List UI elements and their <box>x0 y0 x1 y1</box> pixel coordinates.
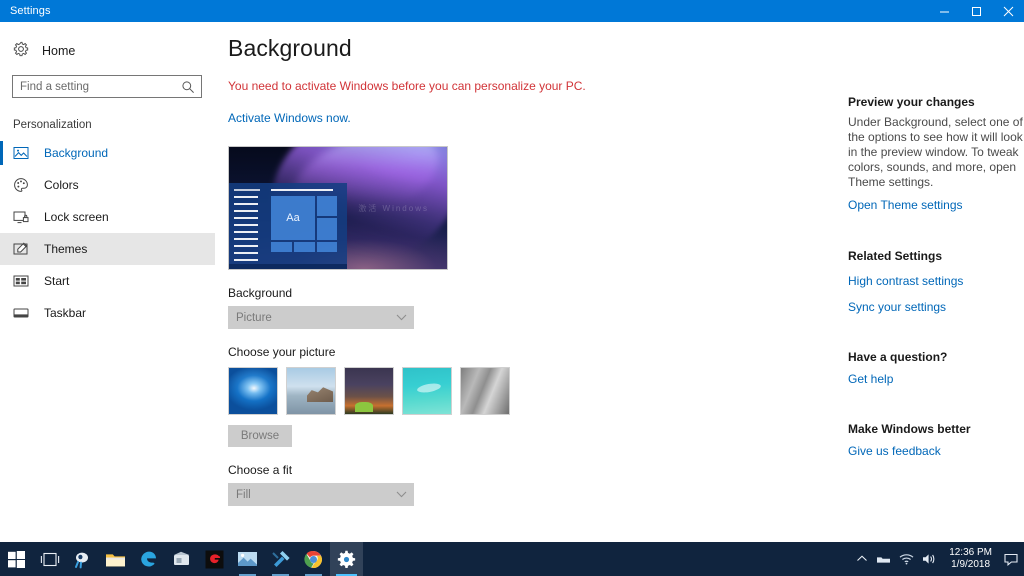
sync-your-settings-link[interactable]: Sync your settings <box>848 300 1024 314</box>
cloud-icon[interactable] <box>876 554 891 565</box>
preview-changes-body: Under Background, select one of the opti… <box>848 115 1023 189</box>
chevron-up-icon[interactable] <box>856 554 868 564</box>
background-type-dropdown[interactable]: Picture <box>228 306 414 329</box>
sidebar-item-label: Taskbar <box>44 306 87 320</box>
picture-thumbnail[interactable] <box>344 367 394 415</box>
open-theme-settings-link[interactable]: Open Theme settings <box>848 198 1024 212</box>
settings-app-icon[interactable] <box>330 542 363 576</box>
settings-window: Settings Home Find a setting Personaliza… <box>0 0 1024 576</box>
sidebar-home-label: Home <box>42 44 76 58</box>
title-bar: Settings <box>0 0 1024 22</box>
sidebar-item-background[interactable]: Background <box>0 137 215 169</box>
related-settings-heading: Related Settings <box>848 249 943 263</box>
picture-thumbnail[interactable] <box>460 367 510 415</box>
sidebar-item-label: Themes <box>44 242 88 256</box>
themes-icon <box>13 241 29 257</box>
background-section-label: Background <box>228 286 293 300</box>
file-explorer-icon[interactable] <box>99 542 132 576</box>
picture-section-label: Choose your picture <box>228 345 336 359</box>
window-controls <box>928 0 1024 22</box>
start-button[interactable] <box>0 542 33 576</box>
fit-value: Fill <box>236 488 251 501</box>
give-us-feedback-link[interactable]: Give us feedback <box>848 444 1024 458</box>
search-icon <box>181 80 195 99</box>
clock-time: 12:36 PM <box>949 547 992 558</box>
chrome-browser-icon[interactable] <box>297 542 330 576</box>
activation-warning: You need to activate Windows before you … <box>228 79 586 93</box>
action-center-icon[interactable] <box>1004 553 1018 566</box>
high-contrast-settings-link[interactable]: High contrast settings <box>848 274 1024 288</box>
chevron-down-icon <box>396 312 407 324</box>
sidebar-item-taskbar[interactable]: Taskbar <box>0 297 215 329</box>
task-view-button[interactable] <box>33 542 66 576</box>
preview-changes-heading: Preview your changes <box>848 95 975 109</box>
right-panel: Preview your changes Under Background, s… <box>848 22 1024 458</box>
photos-app-icon[interactable] <box>231 542 264 576</box>
picture-thumbnail[interactable] <box>402 367 452 415</box>
search-input[interactable] <box>13 76 201 97</box>
sidebar-item-label: Lock screen <box>44 210 109 224</box>
sidebar-item-themes[interactable]: Themes <box>0 233 215 265</box>
taskbar-icon-list <box>0 542 363 576</box>
watermark-text: 激活 Windows <box>358 204 429 213</box>
picture-thumbnail-list <box>228 367 828 415</box>
windows-taskbar: 12:36 PM 1/9/2018 <box>0 542 1024 576</box>
speaker-icon[interactable] <box>922 553 937 565</box>
sidebar-item-label: Colors <box>44 178 79 192</box>
sidebar-item-start[interactable]: Start <box>0 265 215 297</box>
preview-taskbar-strip <box>229 264 347 269</box>
store-app-icon[interactable] <box>165 542 198 576</box>
taskbar-icon <box>13 305 29 321</box>
main-content: Background You need to activate Windows … <box>228 22 828 506</box>
browse-button[interactable]: Browse <box>228 425 292 447</box>
preview-start-list <box>234 189 264 266</box>
get-help-link[interactable]: Get help <box>848 372 1024 386</box>
preview-tile-grid: Aa <box>271 189 343 264</box>
search-box[interactable] <box>12 75 202 98</box>
sidebar-item-colors[interactable]: Colors <box>0 169 215 201</box>
clock-date: 1/9/2018 <box>951 559 991 570</box>
sidebar-group-title: Personalization <box>13 119 92 131</box>
picture-thumbnail[interactable] <box>286 367 336 415</box>
maximize-button[interactable] <box>960 0 992 22</box>
red-app-icon[interactable] <box>198 542 231 576</box>
lock-screen-icon <box>13 209 29 225</box>
wifi-icon[interactable] <box>899 553 914 565</box>
background-preview: 激活 Windows Aa <box>228 146 448 270</box>
fit-section-label: Choose a fit <box>228 463 293 477</box>
sidebar-item-lock-screen[interactable]: Lock screen <box>0 201 215 233</box>
selection-accent-bar <box>0 141 3 165</box>
page-title: Background <box>228 35 352 61</box>
tools-app-icon[interactable] <box>264 542 297 576</box>
chevron-down-icon <box>396 489 407 501</box>
sidebar-item-home[interactable]: Home <box>0 36 215 66</box>
picture-thumbnail[interactable] <box>228 367 278 415</box>
sidebar: Home Personalization Background <box>0 22 215 542</box>
picture-icon <box>13 145 29 161</box>
system-tray: 12:36 PM 1/9/2018 <box>856 547 1024 571</box>
activate-windows-link[interactable]: Activate Windows now. <box>228 111 351 125</box>
sidebar-item-label: Start <box>44 274 70 288</box>
cortana-app-icon[interactable] <box>66 542 99 576</box>
close-button[interactable] <box>992 0 1024 22</box>
gear-icon <box>13 41 29 62</box>
palette-icon <box>13 177 29 193</box>
background-type-value: Picture <box>236 311 272 324</box>
make-windows-better-heading: Make Windows better <box>848 422 971 436</box>
have-a-question-heading: Have a question? <box>848 350 948 364</box>
preview-aa-tile: Aa <box>271 196 315 240</box>
minimize-button[interactable] <box>928 0 960 22</box>
sidebar-item-label: Background <box>44 146 109 160</box>
window-title: Settings <box>10 5 51 17</box>
fit-dropdown[interactable]: Fill <box>228 483 414 506</box>
start-tiles-icon <box>13 273 29 289</box>
taskbar-clock[interactable]: 12:36 PM 1/9/2018 <box>945 547 996 571</box>
edge-browser-icon[interactable] <box>132 542 165 576</box>
preview-start-menu: Aa <box>229 183 347 269</box>
